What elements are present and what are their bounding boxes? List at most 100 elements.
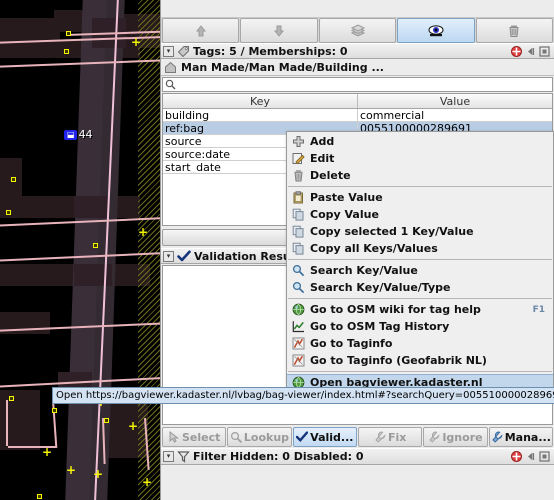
menu-item-go-to-taginfo[interactable]: Go to Taginfo [287, 335, 553, 352]
ignore-button: Ignore [423, 427, 488, 447]
menu-separator [288, 298, 552, 299]
menu-item-paste-value[interactable]: Paste Value [287, 189, 553, 206]
menu-item-label: Delete [310, 169, 351, 182]
menu-item-copy-all-keys-values[interactable]: Copy all Keys/Values [287, 240, 553, 257]
tag-value-cell[interactable]: commercial [358, 109, 552, 121]
map-marker: + [138, 225, 149, 239]
button-label: Fix [387, 430, 407, 444]
menu-item-label: Go to OSM Tag History [310, 320, 450, 333]
menu-item-add[interactable]: Add [287, 133, 553, 150]
tag-icon [177, 45, 190, 58]
search-icon [292, 264, 305, 277]
map-node[interactable] [104, 418, 109, 423]
map-node[interactable] [93, 243, 98, 248]
collapse-side-icon[interactable] [525, 46, 536, 57]
menu-item-delete[interactable]: Delete [287, 167, 553, 184]
fix-button: Fix [357, 427, 423, 447]
map-node[interactable] [6, 210, 11, 215]
detach-icon[interactable] [511, 45, 522, 57]
building-icon [164, 61, 177, 74]
map-marker: + [66, 463, 77, 477]
delete-layer-button[interactable] [475, 18, 554, 43]
search-icon [292, 281, 305, 294]
tags-header-label: Tags: 5 / Memberships: 0 [193, 44, 348, 58]
valid-button[interactable]: Valid... [292, 427, 357, 447]
select-button: Select [162, 427, 227, 447]
menu-item-edit[interactable]: Edit [287, 150, 553, 167]
filter-icon [177, 450, 190, 463]
menu-item-label: Search Key/Value/Type [310, 281, 451, 294]
panel-top-strip [161, 0, 554, 18]
menu-item-search-key-value[interactable]: Search Key/Value [287, 262, 553, 279]
maximize-icon[interactable] [539, 45, 550, 57]
menu-item-go-to-taginfo-geofabrik-nl[interactable]: Go to Taginfo (Geofabrik NL) [287, 352, 553, 369]
menu-item-label: Go to Taginfo [310, 337, 393, 350]
map-marker: + [42, 445, 53, 459]
select-icon [168, 431, 180, 443]
move-down-button[interactable] [240, 18, 318, 43]
map-label-chip: ⬓ [64, 129, 77, 140]
menu-item-copy-value[interactable]: Copy Value [287, 206, 553, 223]
layers-button[interactable] [318, 18, 397, 43]
menu-item-shortcut: F1 [532, 304, 545, 315]
validation-toolbar: Select Lookup Valid... Fix Ignore Mana... [161, 426, 554, 448]
map-node[interactable] [9, 396, 14, 401]
map-canvas[interactable]: + + + + + + + + ⬓ 44 [0, 0, 160, 500]
map-node[interactable] [11, 177, 16, 182]
menu-item-copy-selected-1-key-value[interactable]: Copy selected 1 Key/Value [287, 223, 553, 240]
filter-detach-icon[interactable] [511, 451, 522, 462]
copy-icon [292, 208, 305, 221]
filter-collapse-toggle[interactable]: ▾ [163, 451, 174, 462]
validation-collapse-toggle[interactable]: ▾ [163, 250, 174, 262]
search-icon [165, 79, 176, 90]
filter-maximize-icon[interactable] [539, 451, 550, 462]
filter-header-label: Filter Hidden: 0 Disabled: 0 [193, 450, 364, 463]
tag-search-field[interactable] [162, 77, 553, 92]
menu-item-label: Paste Value [310, 191, 383, 204]
move-up-button[interactable] [162, 18, 240, 43]
menu-separator [288, 186, 552, 187]
copy-icon [292, 242, 305, 255]
column-header-value[interactable]: Value [358, 94, 552, 108]
map-node[interactable] [37, 494, 42, 499]
menu-item-label: Add [310, 135, 335, 148]
menu-item-label: Copy Value [310, 208, 379, 221]
filter-collapse-side-icon[interactable] [525, 451, 536, 462]
menu-item-label: Go to OSM wiki for tag help [310, 303, 481, 316]
button-label: Select [181, 430, 221, 444]
table-header-row: Key Value [163, 94, 552, 109]
map-node[interactable] [52, 408, 57, 413]
menu-item-search-key-value-type[interactable]: Search Key/Value/Type [287, 279, 553, 296]
menu-item-label: Edit [310, 152, 335, 165]
status-tooltip: Open https://bagviewer.kadaster.nl/lvbag… [52, 387, 554, 404]
wrench-icon [428, 431, 440, 443]
menu-separator [288, 371, 552, 372]
menu-separator [288, 259, 552, 260]
preset-row[interactable]: Man Made/Man Made/Building ... [161, 59, 554, 76]
button-label: Lookup [243, 430, 290, 444]
application-window: + + + + + + + + ⬓ 44 [0, 0, 554, 500]
chart-icon [292, 320, 305, 333]
lookup-icon [230, 431, 242, 443]
copy-icon [292, 225, 305, 238]
table-row[interactable]: building commercial [163, 109, 552, 122]
map-node[interactable] [64, 49, 69, 54]
button-label: Mana... [504, 430, 551, 444]
trash-icon [292, 169, 305, 182]
map-node[interactable] [66, 31, 71, 36]
button-label: Valid... [310, 430, 354, 444]
plus-icon [292, 135, 305, 148]
map-label-text: 44 [78, 128, 93, 141]
column-header-key[interactable]: Key [163, 94, 358, 108]
visibility-button[interactable] [397, 18, 475, 43]
wrench-blue-icon [491, 431, 503, 443]
map-marker: + [128, 419, 139, 433]
button-label: Ignore [442, 430, 483, 444]
tag-key-cell[interactable]: building [163, 109, 358, 121]
tags-section-header: ▾ Tags: 5 / Memberships: 0 [161, 43, 554, 59]
collapse-toggle[interactable]: ▾ [163, 45, 174, 57]
menu-item-go-to-osm-tag-history[interactable]: Go to OSM Tag History [287, 318, 553, 335]
tag-context-menu[interactable]: Add Edit Delete Paste Value Copy Value Copy s… [286, 131, 554, 393]
menu-item-go-to-osm-wiki-for-tag-help[interactable]: Go to OSM wiki for tag help F1 [287, 301, 553, 318]
mana-button[interactable]: Mana... [488, 427, 553, 447]
